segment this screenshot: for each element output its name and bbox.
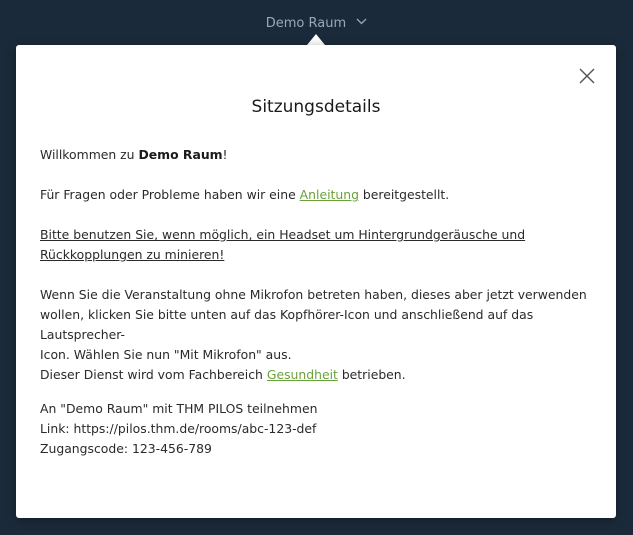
welcome-room-name: Demo Raum [138, 147, 223, 162]
room-name-toggle[interactable]: Demo Raum [0, 14, 633, 34]
mic-line-1: Wenn Sie die Veranstaltung ohne Mikrofon… [40, 287, 587, 302]
microphone-instructions: Wenn Sie die Veranstaltung ohne Mikrofon… [40, 285, 595, 365]
close-button[interactable] [578, 67, 596, 85]
questions-text: Für Fragen oder Probleme haben wir eine … [40, 185, 595, 205]
top-bar: Demo Raum [0, 0, 633, 46]
service-prefix: Dieser Dienst wird vom Fachbereich [40, 367, 267, 382]
close-icon [579, 68, 595, 84]
chevron-down-icon [356, 12, 367, 32]
headset-line-1: Bitte benutzen Sie, wenn möglich, ein He… [40, 227, 526, 242]
access-info: An "Demo Raum" mit THM PILOS teilnehmen … [40, 399, 595, 459]
room-name-label: Demo Raum [265, 16, 347, 31]
access-info-link: Link: https://pilos.thm.de/rooms/abc-123… [40, 421, 317, 436]
questions-prefix: Für Fragen oder Probleme haben wir eine [40, 187, 300, 202]
service-suffix: betrieben. [337, 367, 406, 382]
modal-title: Sitzungsdetails [251, 97, 381, 117]
headset-line-2: Rückkopplungen zu minieren! [40, 247, 225, 262]
popover-arrow [307, 34, 325, 45]
access-info-title: An "Demo Raum" mit THM PILOS teilnehmen [40, 401, 318, 416]
welcome-text: Willkommen zu Demo Raum! [40, 145, 595, 165]
questions-suffix: bereitgestellt. [358, 187, 450, 202]
session-details-modal: Sitzungsdetails Willkommen zu Demo Raum!… [16, 45, 616, 518]
department-link[interactable]: Gesundheit [267, 367, 338, 382]
service-text: Dieser Dienst wird vom Fachbereich Gesun… [40, 365, 595, 385]
headset-notice: Bitte benutzen Sie, wenn möglich, ein He… [40, 225, 595, 265]
welcome-prefix: Willkommen zu [40, 147, 139, 162]
mic-line-2: wollen, klicken Sie bitte unten auf das … [40, 307, 534, 342]
mic-line-3: Icon. Wählen Sie nun "Mit Mikrofon" aus. [40, 347, 292, 362]
welcome-suffix: ! [222, 147, 228, 162]
guide-link[interactable]: Anleitung [300, 187, 359, 202]
access-info-code: Zugangscode: 123-456-789 [40, 441, 212, 456]
